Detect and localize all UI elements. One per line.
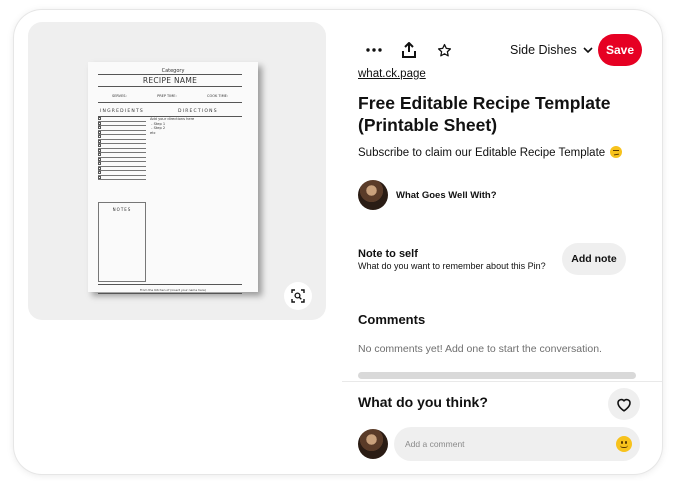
sheet-meta-serves: SERVES:: [112, 94, 127, 98]
divider: [98, 74, 242, 75]
share-icon: [402, 42, 416, 58]
creator-avatar[interactable]: [358, 180, 388, 210]
comment-input[interactable]: [405, 439, 616, 449]
board-selector-label: Side Dishes: [510, 43, 577, 57]
no-comments-text: No comments yet! Add one to start the co…: [358, 343, 602, 355]
sheet-ingredients-heading: INGREDIENTS: [100, 109, 144, 114]
comments-heading: Comments: [358, 312, 426, 327]
emoji-icon[interactable]: [616, 436, 632, 452]
visual-search-icon: [291, 289, 305, 303]
sheet-directions-text: Add your directions here - Step 1 - Step…: [150, 117, 195, 135]
comment-box[interactable]: [394, 427, 640, 461]
chevron-down-icon: [583, 46, 593, 53]
share-button[interactable]: [393, 34, 425, 66]
creator-name[interactable]: What Goes Well With?: [396, 190, 497, 201]
smirking-face-icon: [610, 146, 623, 158]
favorite-button[interactable]: [428, 34, 460, 66]
star-icon: [437, 43, 451, 56]
more-options-button[interactable]: [358, 34, 390, 66]
pin-toolbar: Side Dishes Save: [350, 34, 642, 66]
pin-description-text: Subscribe to claim our Editable Recipe T…: [358, 147, 606, 159]
heart-icon: [617, 398, 631, 412]
user-avatar[interactable]: [358, 429, 388, 459]
pin-card: Category RECIPE NAME SERVES: PREP TIME: …: [14, 10, 662, 474]
divider: [98, 102, 242, 103]
react-button[interactable]: [608, 388, 640, 420]
divider: [98, 293, 242, 294]
sheet-notes-heading: NOTES: [112, 207, 132, 212]
pin-description: Subscribe to claim our Editable Recipe T…: [358, 146, 648, 159]
board-selector[interactable]: Side Dishes: [510, 34, 593, 66]
sheet-directions-heading: DIRECTIONS: [178, 109, 218, 114]
more-icon: [366, 48, 382, 52]
sheet-ingredient-list: [98, 117, 146, 185]
creator-row[interactable]: What Goes Well With?: [358, 180, 648, 210]
sheet-meta-prep: PREP TIME:: [157, 94, 177, 98]
save-button[interactable]: Save: [598, 34, 642, 66]
pin-title: Free Editable Recipe Template (Printable…: [358, 93, 611, 135]
add-note-button[interactable]: Add note: [562, 243, 626, 275]
pin-image-panel[interactable]: Category RECIPE NAME SERVES: PREP TIME: …: [28, 22, 326, 320]
sheet-recipe-name: RECIPE NAME: [142, 76, 198, 85]
comment-prompt: What do you think?: [358, 394, 488, 410]
sheet-meta-cook: COOK TIME:: [207, 94, 228, 98]
sheet-meta: SERVES: PREP TIME: COOK TIME:: [98, 94, 242, 98]
recipe-sheet-image: Category RECIPE NAME SERVES: PREP TIME: …: [88, 62, 258, 294]
source-link[interactable]: what.ck.page: [358, 68, 648, 80]
sheet-footer: From the Kitchen of (insert your name he…: [139, 288, 207, 292]
divider: [98, 284, 242, 285]
divider: [342, 381, 662, 382]
sheet-notes-box: NOTES: [98, 202, 146, 282]
visual-search-button[interactable]: [284, 282, 312, 310]
horizontal-scrollbar[interactable]: [358, 372, 636, 379]
divider: [98, 86, 242, 87]
